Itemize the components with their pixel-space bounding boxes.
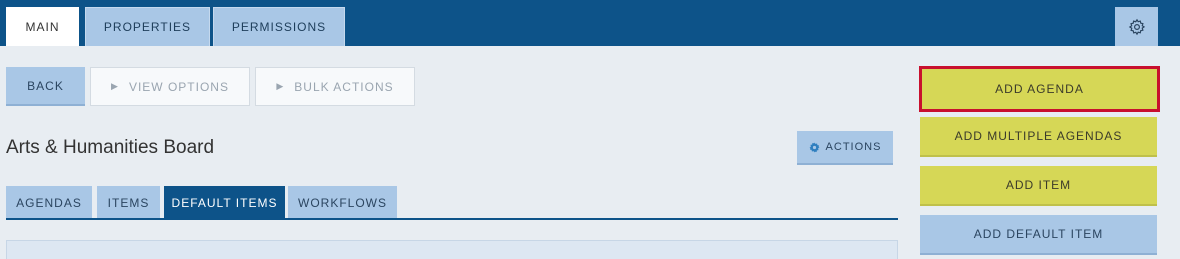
settings-button[interactable]	[1115, 7, 1158, 46]
tab-permissions-label: PERMISSIONS	[231, 20, 327, 34]
tab-items[interactable]: ITEMS	[97, 186, 160, 219]
view-options-label: VIEW OPTIONS	[128, 79, 229, 94]
tab-items-label: ITEMS	[107, 195, 150, 210]
triangle-right-icon: ▶	[276, 81, 285, 91]
bulk-actions-label: BULK ACTIONS	[294, 79, 394, 94]
back-button-label: BACK	[27, 78, 64, 93]
triangle-right-icon: ▶	[111, 81, 119, 91]
tab-main[interactable]: MAIN	[6, 7, 79, 46]
actions-button[interactable]: ACTIONS	[797, 131, 893, 165]
tab-properties-label: PROPERTIES	[103, 20, 192, 34]
tab-properties[interactable]: PROPERTIES	[85, 7, 210, 46]
content-panel	[6, 240, 898, 259]
add-default-item-label: ADD DEFAULT ITEM	[973, 227, 1104, 241]
add-multiple-agendas-button[interactable]: ADD MULTIPLE AGENDAS	[920, 117, 1157, 157]
tab-agendas-label: AGENDAS	[16, 195, 82, 210]
tab-workflows-label: WORKFLOWS	[298, 195, 387, 210]
gear-icon	[1128, 18, 1145, 35]
actions-label: ACTIONS	[825, 141, 882, 153]
back-button[interactable]: BACK	[6, 67, 85, 106]
add-multiple-agendas-label: ADD MULTIPLE AGENDAS	[954, 129, 1123, 143]
tab-permissions[interactable]: PERMISSIONS	[213, 7, 345, 46]
add-default-item-button[interactable]: ADD DEFAULT ITEM	[920, 215, 1157, 255]
tab-underline	[6, 218, 898, 220]
tab-main-label: MAIN	[25, 20, 60, 34]
gear-small-icon	[809, 141, 820, 153]
view-options-button[interactable]: ▶ VIEW OPTIONS	[90, 67, 250, 106]
add-agenda-label: ADD AGENDA	[995, 82, 1084, 96]
add-item-label: ADD ITEM	[1005, 178, 1072, 192]
tab-default-items-label: DEFAULT ITEMS	[171, 195, 278, 210]
add-agenda-button[interactable]: ADD AGENDA	[919, 66, 1160, 112]
tab-workflows[interactable]: WORKFLOWS	[288, 186, 397, 219]
add-item-button[interactable]: ADD ITEM	[920, 166, 1157, 206]
tab-default-items[interactable]: DEFAULT ITEMS	[164, 186, 285, 219]
bulk-actions-button[interactable]: ▶ BULK ACTIONS	[255, 67, 415, 106]
tab-agendas[interactable]: AGENDAS	[6, 186, 92, 219]
page-title: Arts & Humanities Board	[6, 137, 215, 158]
